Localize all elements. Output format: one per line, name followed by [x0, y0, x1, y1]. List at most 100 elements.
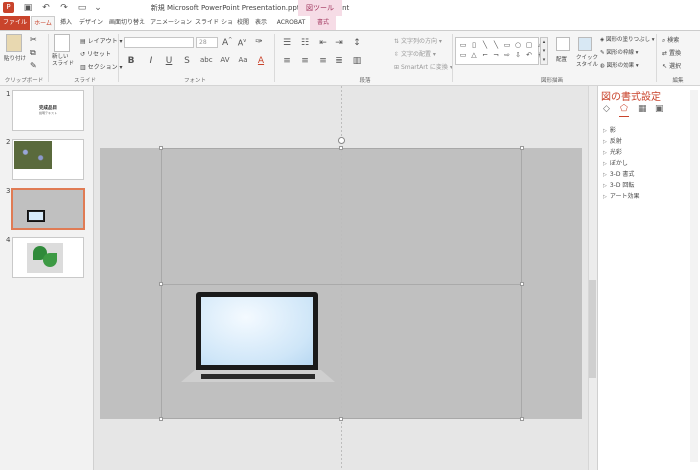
shape-rounded-rect-icon[interactable]: ▢: [525, 41, 533, 49]
tab-review[interactable]: 校閲: [236, 16, 250, 30]
decrease-font-icon[interactable]: Av: [237, 38, 247, 48]
new-slide-icon[interactable]: [54, 34, 70, 52]
bold-icon[interactable]: B: [126, 56, 136, 66]
scrollbar-thumb[interactable]: [589, 280, 596, 378]
tab-home[interactable]: ホーム: [31, 16, 55, 30]
tab-view[interactable]: 表示: [254, 16, 268, 30]
tab-slideshow[interactable]: スライド ショー: [195, 16, 233, 40]
tab-format[interactable]: 書式: [310, 16, 336, 30]
copy-icon[interactable]: ⧉: [30, 48, 36, 58]
shape-effects-button[interactable]: ◍ 図形の効果 ▾: [600, 61, 639, 69]
decrease-indent-icon[interactable]: ⇤: [318, 38, 328, 48]
arrange-button-label[interactable]: 配置: [556, 55, 567, 63]
rotate-handle-icon[interactable]: [338, 137, 345, 144]
quick-styles-icon[interactable]: [578, 37, 592, 51]
laptop-picture[interactable]: [181, 292, 335, 384]
paste-button-label[interactable]: 貼り付け: [4, 54, 26, 62]
shape-outline-button[interactable]: ✎ 図形の枠線 ▾: [600, 48, 638, 56]
resize-handle[interactable]: [520, 282, 524, 286]
bullets-icon[interactable]: ☰: [282, 38, 292, 48]
font-color-icon[interactable]: A: [256, 56, 266, 66]
shape-line-icon[interactable]: ╲: [492, 41, 500, 49]
align-left-icon[interactable]: ≡: [282, 56, 292, 66]
effect-section-soft-edges[interactable]: ▷ ぼかし: [603, 158, 628, 167]
justify-icon[interactable]: ≣: [334, 56, 344, 66]
shape-triangle-icon[interactable]: △: [470, 51, 478, 59]
shapes-gallery[interactable]: ▭ ▯ ╲ ╲ ▭ ○ ▢ ▵ ▭ △ ⌐ ¬ ⇨ ⇩ ↶ {: [455, 37, 542, 65]
shape-connector-icon[interactable]: ⌐: [481, 51, 489, 59]
resize-handle[interactable]: [159, 146, 163, 150]
select-button[interactable]: ↖ 選択: [662, 61, 681, 70]
format-painter-icon[interactable]: ✎: [30, 61, 37, 70]
resize-handle[interactable]: [159, 417, 163, 421]
font-name-box[interactable]: [124, 37, 194, 48]
find-button[interactable]: ⌕ 検索: [662, 35, 679, 45]
clear-format-icon[interactable]: ✑: [254, 37, 264, 47]
cut-icon[interactable]: ✂: [30, 35, 37, 44]
numbering-icon[interactable]: ☷: [300, 38, 310, 48]
effect-section-shadow[interactable]: ▷ 影: [603, 125, 616, 134]
line-spacing-icon[interactable]: ↕: [352, 38, 362, 48]
replace-button[interactable]: ⇄ 置換: [662, 48, 681, 57]
arrange-icon[interactable]: [556, 37, 570, 51]
tab-insert[interactable]: 挿入: [57, 16, 75, 30]
slide-thumbnail-3[interactable]: [11, 188, 85, 230]
increase-font-icon[interactable]: A^: [222, 37, 232, 48]
char-spacing-icon[interactable]: abc: [200, 56, 213, 64]
strikethrough-icon[interactable]: S: [182, 56, 192, 66]
underline-icon[interactable]: U: [164, 56, 174, 66]
tab-design[interactable]: デザイン: [79, 16, 103, 30]
quick-styles-button-label[interactable]: クイック スタイル: [576, 55, 598, 69]
picture-icon[interactable]: ▣: [655, 104, 664, 114]
shape-rect-icon[interactable]: ▭: [459, 51, 467, 59]
size-properties-icon[interactable]: ▦: [638, 104, 647, 114]
pane-scrollbar[interactable]: [690, 90, 698, 462]
tab-file[interactable]: ファイル: [0, 16, 30, 30]
tab-animations[interactable]: アニメーション: [150, 16, 192, 30]
resize-handle[interactable]: [339, 417, 343, 421]
tab-transitions[interactable]: 画面切り替え: [107, 16, 147, 30]
effect-section-artistic-effects[interactable]: ▷ アート効果: [603, 191, 640, 200]
effect-section-glow[interactable]: ▷ 光彩: [603, 147, 622, 156]
tab-acrobat[interactable]: ACROBAT: [274, 16, 308, 30]
slide-thumbnail-2[interactable]: [12, 139, 84, 180]
shape-rectangle-icon[interactable]: ▯: [470, 41, 478, 49]
font-size-box[interactable]: 28: [196, 37, 218, 48]
slide-thumbnail-1[interactable]: 完成品目 説明テキスト: [12, 90, 84, 131]
columns-icon[interactable]: ▥: [352, 56, 362, 66]
effect-section-reflection[interactable]: ▷ 反射: [603, 136, 622, 145]
italic-icon[interactable]: I: [146, 56, 156, 66]
resize-handle[interactable]: [159, 282, 163, 286]
fill-line-icon[interactable]: ◇: [603, 104, 610, 114]
align-center-icon[interactable]: ≡: [300, 56, 310, 66]
shape-connector-icon[interactable]: ¬: [492, 51, 500, 59]
shape-arrow-icon[interactable]: ⇩: [514, 51, 522, 59]
slide-thumbnail-4[interactable]: [12, 237, 84, 278]
effect-section-3d-rotation[interactable]: ▷ 3-D 回転: [603, 180, 634, 189]
resize-handle[interactable]: [339, 146, 343, 150]
shape-curve-icon[interactable]: ↶: [525, 51, 533, 59]
section-button[interactable]: ▥ セクション ▾: [80, 62, 123, 71]
shape-oval-icon[interactable]: ○: [514, 41, 522, 49]
new-slide-button-label[interactable]: 新しい スライド: [52, 54, 74, 68]
smartart-button[interactable]: ⊞ SmartArt に変換 ▾: [394, 62, 453, 71]
vertical-scrollbar[interactable]: [588, 86, 597, 470]
effects-icon[interactable]: ⬠: [620, 104, 628, 114]
align-text-button[interactable]: ⇳ 文字の配置 ▾: [394, 49, 436, 58]
shape-rectangle-icon[interactable]: ▭: [503, 41, 511, 49]
paste-icon[interactable]: [6, 34, 22, 52]
gallery-scroll-icon[interactable]: ▴ ▾ ▾: [540, 37, 548, 65]
resize-handle[interactable]: [520, 417, 524, 421]
char-spacing-adjust-icon[interactable]: AV: [220, 56, 230, 64]
align-right-icon[interactable]: ≡: [318, 56, 328, 66]
shape-arrow-icon[interactable]: ⇨: [503, 51, 511, 59]
change-case-icon[interactable]: Aa: [238, 56, 248, 64]
shape-fill-button[interactable]: ◈ 図形の塗りつぶし ▾: [600, 35, 655, 43]
reset-button[interactable]: ↺ リセット: [80, 49, 111, 58]
text-direction-button[interactable]: ⇅ 文字列の方向 ▾: [394, 36, 442, 45]
layout-button[interactable]: ▤ レイアウト ▾: [80, 36, 123, 45]
shape-line-icon[interactable]: ╲: [481, 41, 489, 49]
increase-indent-icon[interactable]: ⇥: [334, 38, 344, 48]
resize-handle[interactable]: [520, 146, 524, 150]
shape-rectangle-icon[interactable]: ▭: [459, 41, 467, 49]
